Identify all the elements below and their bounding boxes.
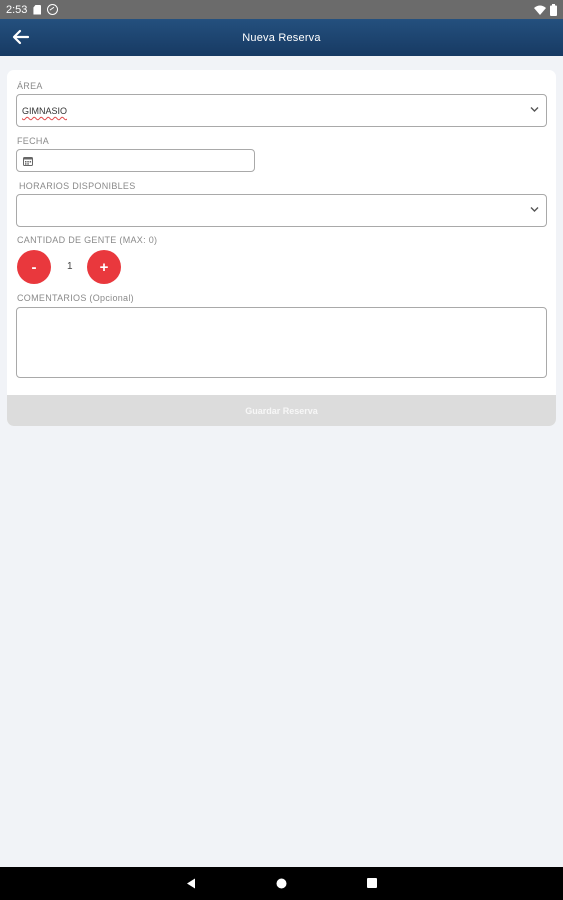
nav-recents-icon[interactable]	[367, 878, 377, 888]
decrease-quantity-button[interactable]: -	[17, 250, 51, 284]
battery-icon	[550, 3, 557, 16]
chevron-down-icon	[530, 207, 539, 212]
wifi-icon	[534, 5, 546, 15]
system-nav-bar	[0, 867, 563, 900]
horarios-select[interactable]	[16, 194, 547, 227]
area-select-value: GIMNASIO	[22, 106, 68, 116]
app-bar: Nueva Reserva	[0, 19, 563, 56]
reservation-form-card: ÁREA GIMNASIO FECHA HORARIOS DISPONIBLES…	[7, 70, 556, 426]
sd-card-icon	[33, 4, 42, 15]
calendar-icon	[23, 157, 33, 166]
status-bar: 2:53	[0, 0, 563, 19]
cantidad-label: CANTIDAD DE GENTE (MAX: 0)	[17, 235, 158, 245]
save-reservation-label: Guardar Reserva	[245, 405, 318, 416]
comentarios-textarea[interactable]	[16, 307, 547, 378]
status-time: 2:53	[6, 3, 28, 16]
horarios-label: HORARIOS DISPONIBLES	[19, 181, 136, 191]
comentarios-label: COMENTARIOS (Opcional)	[17, 293, 134, 303]
nav-back-icon[interactable]	[186, 878, 196, 889]
increase-quantity-button[interactable]: +	[87, 250, 121, 284]
area-select[interactable]: GIMNASIO	[16, 94, 547, 127]
area-label: ÁREA	[17, 81, 43, 91]
save-reservation-button[interactable]: Guardar Reserva	[7, 395, 556, 426]
quantity-value: 1	[67, 261, 73, 272]
page-title: Nueva Reserva	[242, 31, 321, 44]
fecha-date-input[interactable]	[16, 149, 255, 172]
sync-icon	[47, 4, 59, 15]
back-arrow-icon[interactable]	[12, 28, 30, 46]
fecha-label: FECHA	[17, 136, 50, 146]
nav-home-icon[interactable]	[276, 878, 287, 889]
chevron-down-icon	[530, 107, 539, 112]
